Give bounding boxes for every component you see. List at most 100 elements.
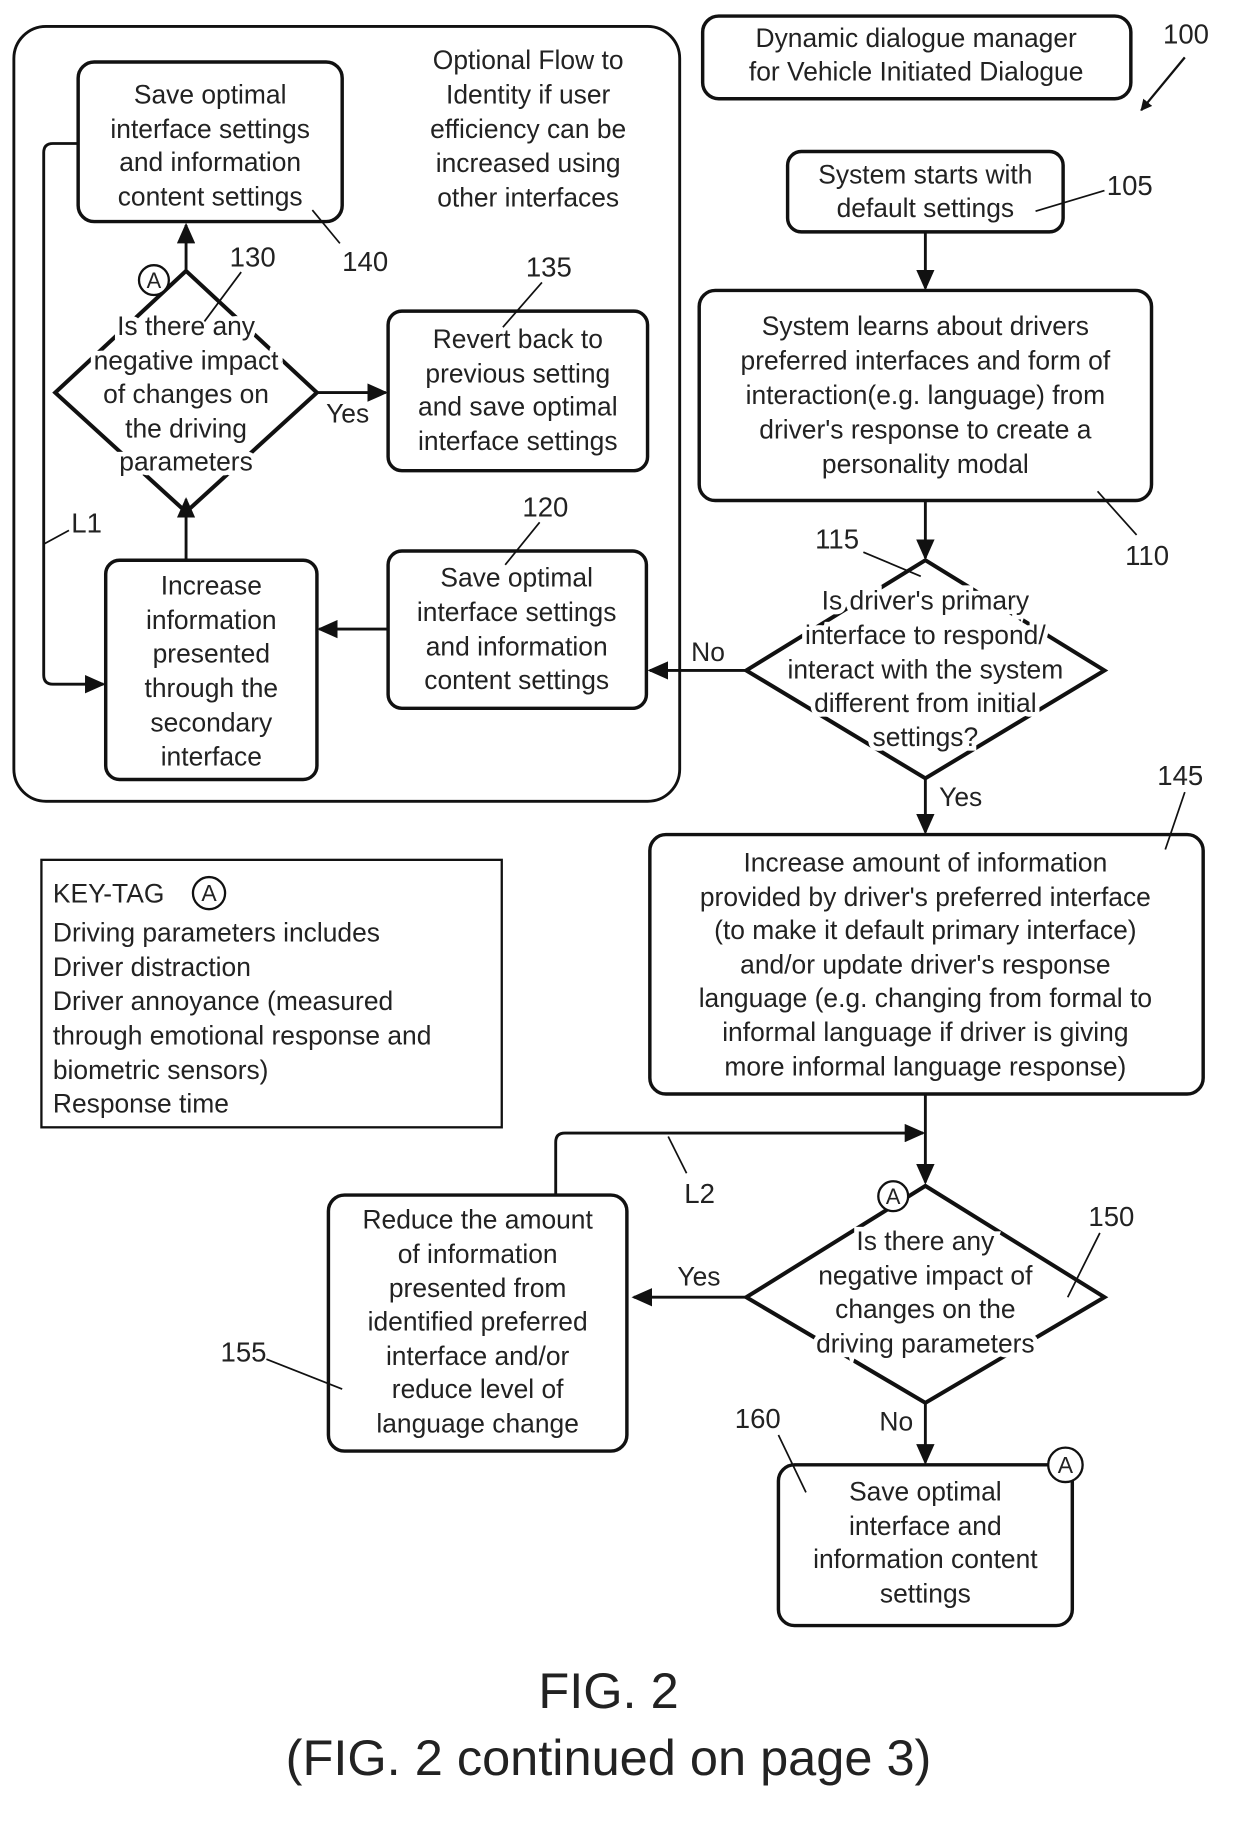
svg-text:presented from: presented from (389, 1273, 567, 1303)
loop-l2 (554, 1123, 926, 1194)
svg-text:A: A (1058, 1452, 1074, 1478)
svg-text:interface to respond/: interface to respond/ (805, 620, 1046, 650)
optional-flow-note: Optional Flow to Identity if user effici… (430, 45, 626, 213)
node-145: Increase amount of information provided … (648, 832, 1205, 1096)
svg-text:Is there any: Is there any (117, 311, 256, 341)
svg-text:negative impact of: negative impact of (818, 1261, 1033, 1291)
svg-text:more informal language respons: more informal language response) (724, 1052, 1126, 1082)
svg-text:changes on the: changes on the (835, 1294, 1015, 1324)
svg-text:Revert back to: Revert back to (433, 324, 603, 354)
svg-text:the driving: the driving (125, 413, 247, 443)
svg-text:Driver annoyance (measured: Driver annoyance (measured (53, 986, 393, 1016)
ref-115-leader (863, 551, 922, 578)
tag-a-icon: A (137, 264, 170, 297)
ref-100: 100 (1163, 19, 1209, 50)
ref-110: 110 (1125, 540, 1169, 571)
ref-155: 155 (221, 1337, 267, 1368)
svg-text:personality modal: personality modal (822, 449, 1029, 479)
svg-text:of information: of information (398, 1239, 558, 1269)
svg-text:preferred interfaces and form: preferred interfaces and form of (741, 346, 1111, 376)
ref-140: 140 (342, 246, 388, 277)
node-110: System learns about drivers preferred in… (697, 288, 1154, 503)
svg-text:A: A (201, 880, 217, 906)
node-105: System starts with default settings (785, 149, 1065, 234)
svg-text:language (e.g. changing from f: language (e.g. changing from formal to (699, 983, 1152, 1013)
svg-text:informal language if driver is: informal language if driver is giving (722, 1017, 1128, 1047)
svg-text:Response time: Response time (53, 1088, 229, 1118)
node-increase-secondary: Increase information presented through t… (103, 558, 319, 782)
svg-text:different from initial: different from initial (814, 688, 1036, 718)
svg-text:interact with the system: interact with the system (787, 654, 1063, 684)
svg-text:(to make it default primary in: (to make it default primary interface) (714, 915, 1136, 945)
svg-text:and save optimal: and save optimal (418, 392, 618, 422)
ref-160: 160 (735, 1403, 781, 1434)
svg-text:and information: and information (119, 147, 301, 177)
svg-text:interface settings: interface settings (417, 597, 617, 627)
svg-text:of changes on: of changes on (103, 379, 269, 409)
svg-text:Save optimal: Save optimal (134, 79, 287, 109)
svg-text:Reduce the amount: Reduce the amount (362, 1204, 593, 1234)
ref-100-arrow (1140, 56, 1186, 112)
svg-text:Is driver's primary: Is driver's primary (822, 586, 1030, 616)
svg-text:default settings: default settings (837, 193, 1015, 223)
svg-text:interaction(e.g. language) fro: interaction(e.g. language) from (746, 380, 1105, 410)
svg-text:efficiency can be: efficiency can be (430, 114, 626, 144)
decision-150: Is there any negative impact of changes … (742, 1183, 1109, 1406)
ref-105: 105 (1107, 170, 1153, 201)
ref-130: 130 (230, 241, 276, 272)
edge-label-no-115: No (691, 637, 725, 667)
svg-text:information content: information content (813, 1544, 1038, 1574)
tag-a-icon: A (877, 1180, 910, 1213)
svg-text:interface settings: interface settings (110, 114, 310, 144)
svg-text:negative impact: negative impact (94, 346, 280, 376)
svg-text:previous setting: previous setting (425, 358, 610, 388)
svg-text:System learns about drivers: System learns about drivers (762, 311, 1089, 341)
key-heading: KEY-TAG (53, 878, 164, 908)
figure-caption: FIG. 2 (538, 1662, 678, 1719)
svg-text:Increase: Increase (161, 571, 262, 601)
svg-text:Save optimal: Save optimal (849, 1476, 1002, 1506)
ref-l2-leader (667, 1136, 688, 1174)
svg-text:for Vehicle Initiated Dialogue: for Vehicle Initiated Dialogue (749, 56, 1083, 86)
node-140: Save optimal interface settings and info… (76, 60, 344, 224)
svg-text:content settings: content settings (118, 181, 303, 211)
svg-text:biometric sensors): biometric sensors) (53, 1055, 269, 1085)
svg-text:A: A (147, 268, 162, 293)
svg-text:presented: presented (153, 638, 270, 668)
svg-text:information: information (146, 605, 277, 635)
svg-text:parameters: parameters (119, 447, 252, 477)
title-box: Dynamic dialogue manager for Vehicle Ini… (700, 14, 1133, 101)
svg-text:settings?: settings? (873, 722, 979, 752)
svg-text:provided by driver's preferred: provided by driver's preferred interface (700, 882, 1151, 912)
svg-text:and/or update driver's respons: and/or update driver's response (740, 949, 1110, 979)
svg-text:Identity if user: Identity if user (446, 79, 610, 109)
edge-label-yes-150: Yes (677, 1262, 720, 1292)
ref-l2: L2 (684, 1178, 715, 1209)
svg-text:through the: through the (145, 673, 279, 703)
svg-text:Save optimal: Save optimal (440, 563, 593, 593)
decision-115: Is driver's primary interface to respond… (742, 557, 1109, 781)
svg-text:language change: language change (376, 1409, 579, 1439)
svg-text:Dynamic dialogue manager: Dynamic dialogue manager (756, 23, 1077, 53)
svg-text:interface: interface (161, 742, 262, 772)
svg-text:content settings: content settings (424, 665, 609, 695)
ref-120: 120 (522, 492, 568, 523)
svg-text:through emotional response and: through emotional response and (53, 1021, 432, 1051)
svg-text:identified preferred: identified preferred (368, 1307, 588, 1337)
ref-l1: L1 (71, 508, 102, 539)
svg-text:driving parameters: driving parameters (816, 1328, 1035, 1358)
svg-text:interface and/or: interface and/or (386, 1341, 570, 1371)
svg-text:settings: settings (880, 1579, 971, 1609)
tag-a-icon: A (1047, 1446, 1084, 1484)
edge-label-yes-115: Yes (939, 782, 982, 812)
ref-150-leader (1066, 1232, 1101, 1298)
svg-text:interface and: interface and (849, 1511, 1002, 1541)
edge-label-yes-130: Yes (326, 398, 369, 428)
node-120: Save optimal interface settings and info… (386, 549, 649, 711)
svg-text:Increase amount of information: Increase amount of information (743, 847, 1107, 877)
flowchart: Optional Flow to Identity if user effici… (12, 14, 1209, 1786)
svg-text:Optional Flow to: Optional Flow to (433, 45, 624, 75)
ref-150: 150 (1088, 1201, 1134, 1232)
svg-text:and information: and information (426, 631, 608, 661)
svg-text:Driver distraction: Driver distraction (53, 952, 251, 982)
